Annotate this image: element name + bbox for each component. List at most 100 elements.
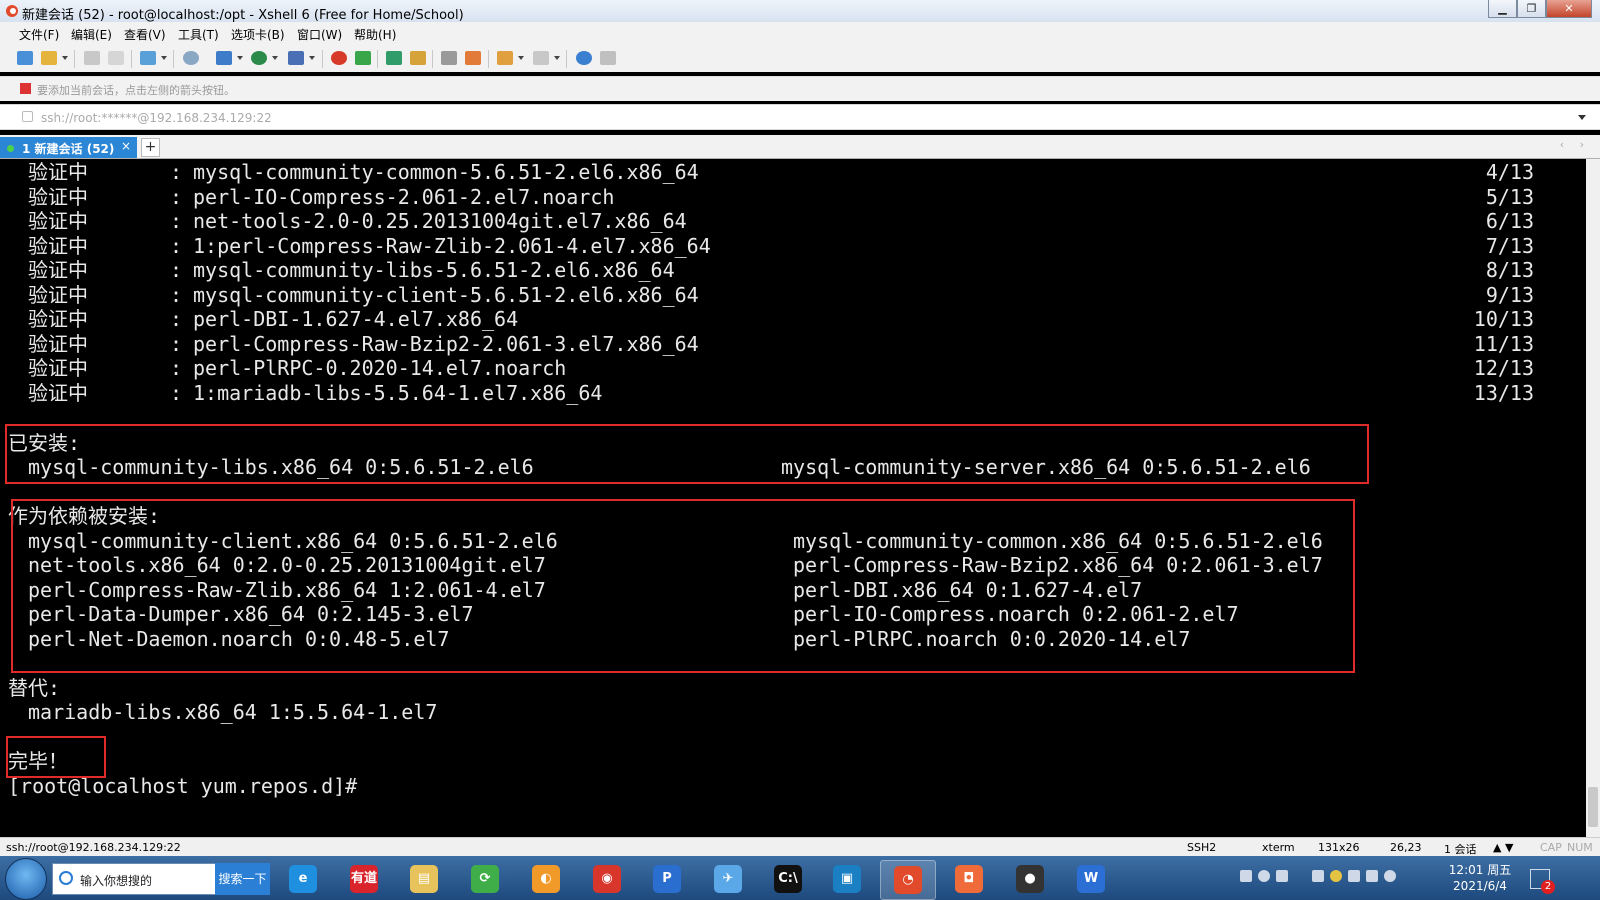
keyboard-icon[interactable] [441,51,457,65]
transfer-icon[interactable] [140,51,156,65]
taskbar-app-button[interactable]: ✈ [701,860,755,898]
minimize-button[interactable]: ▁ [1488,0,1517,18]
verify-row: 验证中:1:mariadb-libs-5.5.64-1.el7.x86_64 13… [0,381,1586,406]
title-bar: 新建会话 (52) - root@localhost:/opt - Xshell… [0,0,1600,23]
taskbar-app-button[interactable]: e [276,860,330,898]
new-session-icon[interactable] [17,51,33,65]
verify-label: 验证中 [28,160,88,184]
menu-tools[interactable]: 工具(T) [178,26,219,43]
new-tab-button[interactable]: + [141,138,160,157]
taskbar-search-box[interactable]: 输入你想搜的 [52,863,217,895]
maximize-button[interactable]: ❐ [1517,0,1546,18]
menu-file[interactable]: 文件(F) [19,26,59,43]
menu-help[interactable]: 帮助(H) [354,26,396,43]
taskbar-app-button[interactable]: ▤ [397,860,451,898]
verify-colon: : [170,184,183,209]
verify-label: 验证中 [28,380,88,405]
terminal-output[interactable]: 验证中: mysql-community-common-5.6.51-2.el6.… [0,159,1586,837]
toolbar-separator [488,50,489,68]
taskbar-app-button[interactable]: C:\ [761,860,815,898]
toolbar-separator [173,50,174,68]
toolbar [0,44,1600,72]
verify-progress: 9/13 [1485,282,1534,307]
globe-icon[interactable] [251,51,267,65]
bookmark-arrow-icon[interactable] [20,83,31,94]
open-folder-icon[interactable] [41,51,57,65]
open-dropdown-icon[interactable] [62,56,68,60]
status-nav-arrows[interactable]: ▲ ▼ [1493,841,1513,854]
menu-window[interactable]: 窗口(W) [297,26,342,43]
verify-row: 验证中: mysql-community-common-5.6.51-2.el6.… [0,160,1586,185]
script-icon[interactable] [355,51,371,65]
transfer-dropdown-icon[interactable] [161,56,167,60]
ie-icon: e [289,865,317,893]
search-placeholder[interactable]: 输入你想搜的 [80,872,152,889]
keyboard-tray-icon[interactable] [1240,870,1252,882]
xftp-icon[interactable] [331,51,347,65]
taskbar-app-button[interactable]: ▣ [820,860,874,898]
address-dropdown-icon[interactable] [1578,115,1586,120]
globe-dropdown-icon[interactable] [272,56,278,60]
taskbar-app-button[interactable]: ◘ [942,860,996,898]
highlight-icon[interactable] [465,51,481,65]
menu-view[interactable]: 查看(V) [124,26,166,43]
network-icon[interactable] [1348,870,1360,882]
find-icon[interactable] [183,51,199,65]
taskbar-app-button[interactable]: ◉ [580,860,634,898]
font-icon[interactable] [288,51,304,65]
tile-dropdown-icon[interactable] [554,56,560,60]
verify-colon: : [170,331,183,356]
qq-tray-icon[interactable] [1384,870,1396,882]
layout-icon[interactable] [216,51,232,65]
taskbar-app-button[interactable]: 有道 [337,860,391,898]
taskbar-clock[interactable]: 12:01 周五 2021/6/4 [1444,862,1516,894]
address-text[interactable]: ssh://root:******@192.168.234.129:22 [41,111,272,125]
address-bar[interactable]: ssh://root:******@192.168.234.129:22 [0,104,1600,130]
notification-icon[interactable]: 2 [1530,869,1555,894]
verify-package: perl-PlRPC-0.2020-14.el7.noarch [193,356,567,380]
tray-expand-icon[interactable] [1276,870,1288,882]
help-tray-icon[interactable] [1258,870,1270,882]
taskbar-app-button[interactable]: ⟳ [458,860,512,898]
ime-tray-icon[interactable] [1366,870,1378,882]
search-button[interactable]: 搜索一下 [215,863,270,895]
tab-close-button[interactable]: × [121,139,131,153]
taskbar-app-button[interactable]: ◔ [880,860,936,900]
menu-tabs[interactable]: 选项卡(B) [231,26,285,43]
verify-label: 验证中 [28,356,88,380]
compose-icon[interactable] [497,51,513,65]
verify-package: net-tools-2.0-0.25.20131004git.el7.x86_6… [193,209,687,233]
start-button[interactable] [5,858,47,900]
antivirus-tray-icon[interactable] [1330,870,1342,882]
connect-icon[interactable] [84,51,100,65]
verify-progress: 6/13 [1485,209,1534,233]
terminal-scrollbar[interactable] [1586,159,1600,837]
taskbar-app-button[interactable]: ● [1003,860,1057,898]
verify-progress: 13/13 [1473,380,1534,405]
clock-time: 12:01 周五 [1448,863,1512,877]
tab-session-1[interactable]: 1 新建会话 (52) × [0,137,137,158]
compose-dropdown-icon[interactable] [518,56,524,60]
verify-row: 验证中: perl-Compress-Raw-Bzip2-2.061-3.el7.… [0,332,1586,357]
scrollbar-thumb[interactable] [1588,787,1598,827]
disconnect-icon[interactable] [108,51,124,65]
help-icon[interactable] [576,51,592,65]
lock-icon [22,111,33,122]
tab-scroll-arrows[interactable]: ‹ › [1560,138,1590,151]
menu-edit[interactable]: 编辑(E) [71,26,112,43]
verify-progress: 10/13 [1473,307,1534,331]
taskbar-app-button[interactable]: W [1064,860,1118,898]
taskbar-app-button[interactable]: P [640,860,694,898]
fullscreen-icon[interactable] [386,51,402,65]
verify-progress: 11/13 [1473,331,1534,356]
lock-icon[interactable] [410,51,426,65]
status-bar: ssh://root@192.168.234.129:22 SSH2 xterm… [0,837,1600,857]
close-button[interactable]: ✕ [1546,0,1592,18]
tile-icon[interactable] [533,51,549,65]
chat-icon[interactable] [600,51,616,65]
layout-dropdown-icon[interactable] [237,56,243,60]
taskbar-app-button[interactable]: ◐ [519,860,573,898]
font-dropdown-icon[interactable] [309,56,315,60]
verify-package: 1:mariadb-libs-5.5.64-1.el7.x86_64 [193,380,603,405]
volume-icon[interactable] [1312,870,1324,882]
